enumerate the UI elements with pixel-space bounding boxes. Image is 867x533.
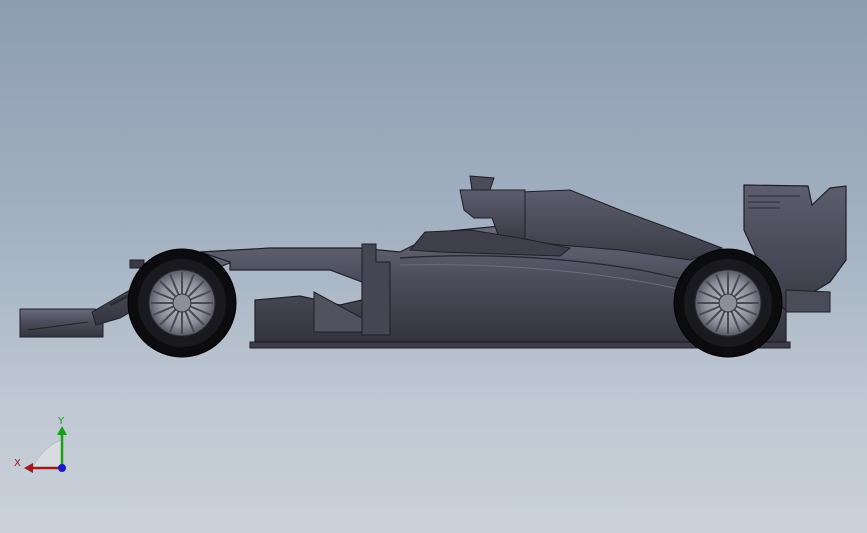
triad-plane bbox=[31, 439, 63, 469]
y-axis-label: Y bbox=[57, 416, 65, 427]
front-wing bbox=[19, 308, 104, 338]
front-wheel bbox=[127, 248, 237, 358]
airbox bbox=[469, 175, 495, 191]
diffuser bbox=[785, 289, 831, 313]
x-axis-label: X bbox=[14, 458, 21, 469]
rear-wheel bbox=[673, 248, 783, 358]
coordinate-triad: Y X bbox=[14, 416, 67, 473]
z-axis bbox=[58, 464, 66, 472]
f1-car-model[interactable] bbox=[0, 0, 867, 533]
graphics-viewport[interactable]: Y X bbox=[0, 0, 867, 533]
